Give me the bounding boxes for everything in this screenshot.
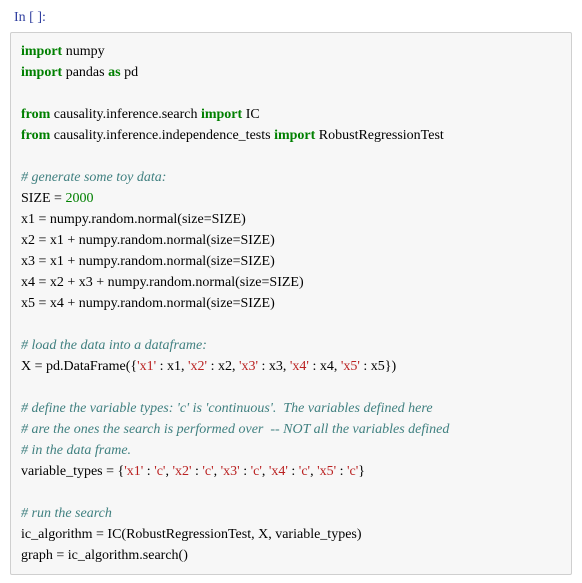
comment: # load the data into a dataframe: bbox=[21, 338, 207, 353]
comment: # define the variable types: 'c' is 'con… bbox=[21, 401, 433, 416]
code-text: causality.inference.search bbox=[50, 107, 201, 122]
code-text: SIZE = bbox=[21, 191, 65, 206]
kw-as: as bbox=[108, 65, 120, 80]
code-text: : bbox=[288, 464, 299, 479]
code-text: : x5}) bbox=[360, 359, 396, 374]
code-text: ic_algorithm = IC(RobustRegressionTest, … bbox=[21, 527, 362, 542]
string-literal: 'c' bbox=[299, 464, 310, 479]
string-literal: 'x1' bbox=[124, 464, 143, 479]
code-text: x1 = numpy.random.normal(size=SIZE) bbox=[21, 212, 246, 227]
code-text: pd bbox=[121, 65, 139, 80]
code-text: x3 = x1 + numpy.random.normal(size=SIZE) bbox=[21, 254, 275, 269]
string-literal: 'x5' bbox=[341, 359, 360, 374]
kw-from: from bbox=[21, 107, 50, 122]
code-text: X = pd.DataFrame({ bbox=[21, 359, 137, 374]
code-text: : bbox=[240, 464, 251, 479]
code-cell[interactable]: import numpy import pandas as pd from ca… bbox=[10, 32, 572, 575]
comment: # run the search bbox=[21, 506, 112, 521]
string-literal: 'x3' bbox=[221, 464, 240, 479]
code-text: , bbox=[262, 464, 269, 479]
code-text: numpy bbox=[62, 44, 104, 59]
notebook-cell-container: In [ ]: import numpy import pandas as pd… bbox=[0, 0, 582, 583]
string-literal: 'x5' bbox=[317, 464, 336, 479]
kw-import: import bbox=[274, 128, 315, 143]
code-text: } bbox=[358, 464, 365, 479]
code-text: : x2, bbox=[207, 359, 239, 374]
code-text: graph = ic_algorithm.search() bbox=[21, 548, 188, 563]
code-text: x2 = x1 + numpy.random.normal(size=SIZE) bbox=[21, 233, 275, 248]
code-text: : bbox=[192, 464, 203, 479]
string-literal: 'c' bbox=[347, 464, 358, 479]
kw-import: import bbox=[21, 65, 62, 80]
code-text: : x1, bbox=[156, 359, 188, 374]
kw-import: import bbox=[201, 107, 242, 122]
string-literal: 'x4' bbox=[269, 464, 288, 479]
code-text: causality.inference.independence_tests bbox=[50, 128, 274, 143]
code-text: : x3, bbox=[258, 359, 290, 374]
string-literal: 'x4' bbox=[290, 359, 309, 374]
code-text: : x4, bbox=[309, 359, 341, 374]
string-literal: 'x2' bbox=[188, 359, 207, 374]
string-literal: 'c' bbox=[154, 464, 165, 479]
code-text: RobustRegressionTest bbox=[315, 128, 444, 143]
kw-import: import bbox=[21, 44, 62, 59]
input-prompt: In [ ]: bbox=[10, 8, 572, 32]
code-text: IC bbox=[242, 107, 260, 122]
code-text: x4 = x2 + x3 + numpy.random.normal(size=… bbox=[21, 275, 304, 290]
number-literal: 2000 bbox=[65, 191, 93, 206]
string-literal: 'x1' bbox=[137, 359, 156, 374]
comment: # in the data frame. bbox=[21, 443, 131, 458]
code-text: , bbox=[310, 464, 317, 479]
string-literal: 'x2' bbox=[172, 464, 191, 479]
code-text: pandas bbox=[62, 65, 108, 80]
string-literal: 'x3' bbox=[239, 359, 258, 374]
code-text: , bbox=[214, 464, 221, 479]
code-text: x5 = x4 + numpy.random.normal(size=SIZE) bbox=[21, 296, 275, 311]
comment: # are the ones the search is performed o… bbox=[21, 422, 449, 437]
string-literal: 'c' bbox=[202, 464, 213, 479]
kw-from: from bbox=[21, 128, 50, 143]
comment: # generate some toy data: bbox=[21, 170, 166, 185]
string-literal: 'c' bbox=[251, 464, 262, 479]
code-text: : bbox=[143, 464, 154, 479]
code-text: variable_types = { bbox=[21, 464, 124, 479]
code-text: : bbox=[336, 464, 347, 479]
